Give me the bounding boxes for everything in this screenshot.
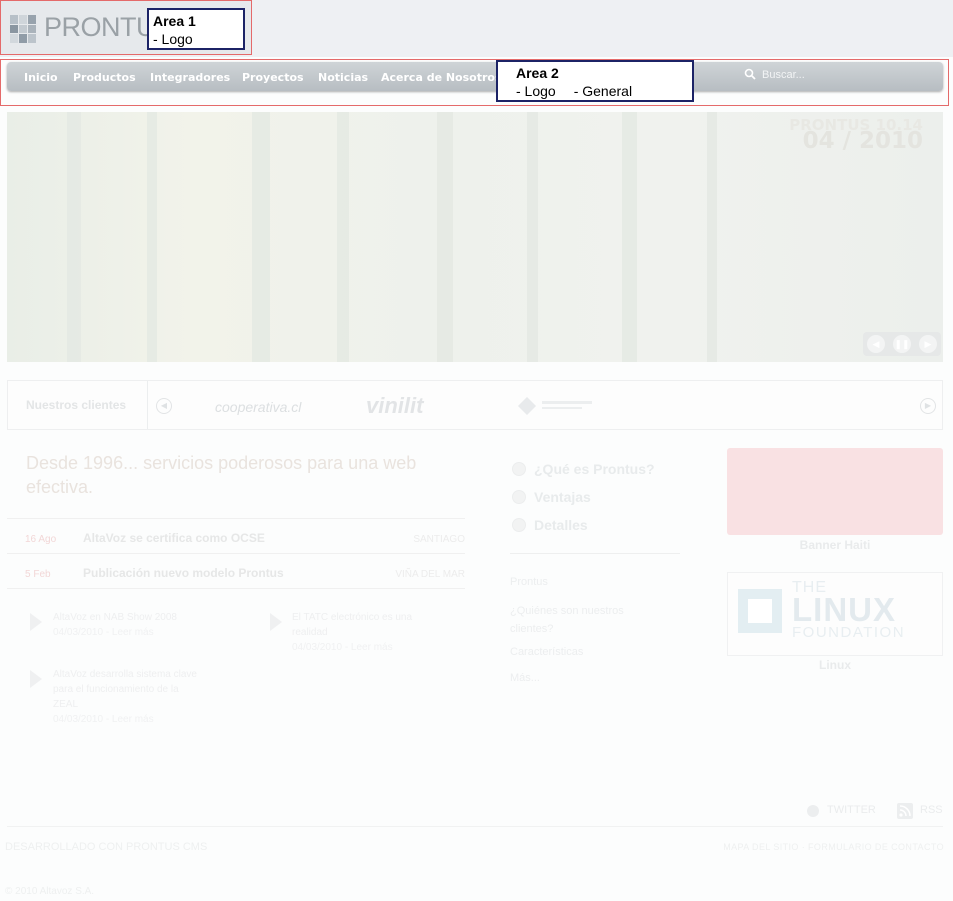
rss-icon[interactable] [897,803,913,819]
banner-controls: ◀ ❚❚ ▶ [863,332,941,356]
info-link[interactable]: Más... [510,672,540,684]
annotation-area1-line: - Logo [153,31,193,47]
client-logo-cooperativa[interactable]: cooperativa.cl [215,399,301,415]
linux-label[interactable]: Linux [727,658,943,672]
news-title[interactable]: Publicación nuevo modelo Prontus [83,566,284,580]
linux-square-icon [738,589,782,633]
linux-foundation-logo[interactable]: THE LINUX FOUNDATION [727,572,943,656]
linux-foundation-text: FOUNDATION [792,624,906,641]
question-item[interactable]: ¿Qué es Prontus? [534,461,655,477]
banner-haiti-label[interactable]: Banner Haiti [727,538,943,552]
radio-icon[interactable] [512,518,526,532]
prontus-logo-icon[interactable] [10,15,36,43]
clients-label: Nuestros clientes [26,398,127,412]
banner-haiti-image[interactable] [727,448,943,535]
twitter-link[interactable]: TWITTER [827,804,876,816]
nav-item-proyectos[interactable]: Proyectos [242,71,304,84]
nav-item-inicio[interactable]: Inicio [24,71,58,84]
radio-icon[interactable] [512,490,526,504]
annotation-area1: Area 1 - Logo [147,8,245,50]
info-link[interactable]: ¿Quiénes son nuestros clientes? [510,602,650,638]
nav-item-acerca[interactable]: Acerca de Nosotros [381,71,502,84]
rss-link[interactable]: RSS [920,804,943,816]
article-meta[interactable]: 04/03/2010 - Leer más [53,625,203,640]
article-meta[interactable]: 04/03/2010 - Leer más [292,640,442,655]
article-item[interactable]: AltaVoz desarrolla sistema clave para el… [53,667,203,727]
article-arrow-icon [270,613,282,631]
news-title[interactable]: AltaVoz se certifica como OCSE [83,531,265,545]
headline: Desde 1996... servicios poderosos para u… [26,453,417,497]
section-divider [510,553,680,554]
footer-links[interactable]: MAPA DEL SITIO · FORMULARIO DE CONTACTO [723,842,944,852]
news-row[interactable]: 16 Ago AltaVoz se certifica como OCSE SA… [7,518,465,553]
article-meta[interactable]: 04/03/2010 - Leer más [53,712,203,727]
info-link[interactable]: Características [510,646,583,658]
next-icon[interactable]: ▶ [919,335,937,353]
news-location: SANTIAGO [413,534,465,545]
article-arrow-icon [30,613,42,631]
search-input[interactable] [760,66,934,84]
banner-date: 04 / 2010 [802,128,923,154]
article-title[interactable]: AltaVoz en NAB Show 2008 [53,610,203,625]
nav-item-productos[interactable]: Productos [73,71,136,84]
article-title[interactable]: AltaVoz desarrolla sistema clave para el… [53,667,203,712]
question-item[interactable]: Detalles [534,517,588,533]
clients-next-icon[interactable]: ▶ [920,398,936,414]
news-date: 5 Feb [25,569,51,580]
hero-banner[interactable]: PRONTUS 10.14 04 / 2010 [7,112,943,362]
nav-item-noticias[interactable]: Noticias [318,71,368,84]
clients-prev-icon[interactable]: ◀ [156,398,172,414]
client-logo-emblem[interactable] [516,395,596,417]
prev-icon[interactable]: ◀ [867,335,885,353]
footer-divider [7,826,943,827]
article-item[interactable]: AltaVoz en NAB Show 2008 04/03/2010 - Le… [53,610,203,640]
annotation-area2-line1: - Logo [516,83,556,99]
annotation-area2-line2: - General [573,83,633,99]
news-date: 16 Ago [25,534,57,545]
news-location: VIÑA DEL MAR [395,569,465,580]
search-icon[interactable] [744,68,756,80]
nav-item-integradores[interactable]: Integradores [150,71,230,84]
news-row[interactable]: 5 Feb Publicación nuevo modelo Prontus V… [7,553,465,589]
annotation-area2: Area 2 - Logo - General [496,60,694,102]
twitter-icon[interactable] [806,804,820,818]
pause-icon[interactable]: ❚❚ [893,335,911,353]
question-item[interactable]: Ventajas [534,489,591,505]
annotation-area2-title: Area 2 [516,65,559,81]
developed-with[interactable]: DESARROLLADO CON PRONTUS CMS [5,841,207,853]
article-title[interactable]: El TATC electrónico es una realidad [292,610,442,640]
annotation-area1-title: Area 1 [153,13,196,29]
article-arrow-icon [30,670,42,688]
clients-divider [147,381,148,429]
info-link[interactable]: Prontus [510,576,548,588]
article-item[interactable]: El TATC electrónico es una realidad 04/0… [292,610,442,655]
radio-icon[interactable] [512,462,526,476]
copyright: © 2010 Altavoz S.A. [5,886,95,897]
client-logo-vinilit[interactable]: vinilit [366,393,423,419]
